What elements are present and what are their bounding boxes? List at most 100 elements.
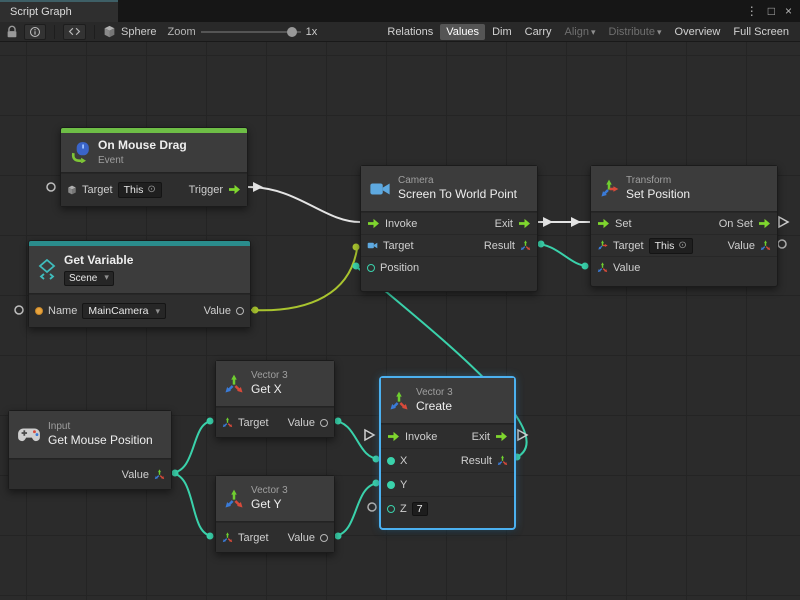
info-button[interactable] — [24, 24, 46, 40]
vector3-port-icon[interactable] — [520, 240, 531, 251]
node-set-position[interactable]: Transform Set Position Set On Set Target — [590, 165, 778, 287]
position-input-port[interactable] — [367, 264, 375, 272]
set-flow-port[interactable] — [597, 218, 610, 229]
node-get-mouse-position[interactable]: Input Get Mouse Position Value — [8, 410, 172, 490]
zoom-slider[interactable] — [201, 25, 301, 39]
zoom-slider-handle[interactable] — [287, 27, 297, 37]
node-screen-to-world-point[interactable]: Camera Screen To World Point Invoke Exit… — [360, 165, 538, 292]
port-label-position: Position — [380, 262, 419, 274]
node-title: Set Position — [626, 187, 690, 203]
distribute-button[interactable]: Distribute▾ — [603, 24, 668, 40]
dim-button[interactable]: Dim — [486, 24, 518, 40]
target-object-label[interactable]: Sphere — [121, 26, 156, 38]
port-label-value: Value — [288, 417, 315, 429]
node-title: On Mouse Drag — [98, 138, 187, 154]
wire-exit-to-set[interactable] — [538, 217, 590, 227]
vector3-port-icon[interactable] — [497, 455, 508, 466]
y-input-port[interactable] — [387, 481, 395, 489]
node-subtitle: Event — [98, 154, 187, 167]
full-screen-button[interactable]: Full Screen — [727, 24, 795, 40]
object-picker-icon[interactable]: ⊙ — [147, 184, 155, 195]
wire-gety-to-create-y[interactable] — [333, 480, 380, 540]
vector3-port-icon[interactable] — [222, 532, 233, 543]
node-footer — [591, 278, 777, 286]
node-category: Vector 3 — [416, 386, 453, 399]
vector3-port-icon[interactable] — [154, 469, 165, 480]
relations-button[interactable]: Relations — [381, 24, 439, 40]
value-output-port[interactable] — [236, 307, 244, 315]
invoke-flow-port[interactable] — [367, 218, 380, 229]
carry-button[interactable]: Carry — [519, 24, 558, 40]
node-get-y[interactable]: Vector 3 Get Y Target Value — [215, 475, 335, 553]
target-value-pill[interactable]: This⊙ — [118, 182, 162, 198]
vector3-port-icon[interactable] — [597, 262, 608, 273]
mouse-drag-icon — [69, 141, 91, 163]
code-view-button[interactable] — [63, 24, 86, 40]
trigger-flow-port[interactable] — [228, 184, 241, 195]
value-output-port[interactable] — [320, 419, 328, 427]
variable-scope-dropdown[interactable]: Scene▾ — [64, 271, 114, 286]
wire-camera-result-to-setposition-value[interactable] — [536, 241, 589, 270]
chevron-down-icon: ▾ — [591, 27, 596, 37]
node-vector3-create[interactable]: Vector 3 Create Invoke Exit X — [380, 377, 515, 529]
node-on-mouse-drag[interactable]: On Mouse Drag Event Target This⊙ Trigger — [60, 127, 248, 207]
node-header[interactable]: Input Get Mouse Position — [9, 411, 171, 459]
port-label-z: Z — [400, 503, 407, 515]
toolbar-separator — [94, 25, 95, 39]
node-header[interactable]: Get Variable Scene▾ — [29, 246, 250, 294]
vector3-port-icon[interactable] — [222, 417, 233, 428]
node-get-variable[interactable]: Get Variable Scene▾ Name MainCamera▾ Val… — [28, 240, 251, 328]
exit-flow-port[interactable] — [518, 218, 531, 229]
zoom-slider-track[interactable] — [201, 31, 301, 33]
port-label-target: Target — [82, 184, 113, 196]
toolbar-buttons: Relations Values Dim Carry Align▾ Distri… — [381, 24, 795, 40]
wire-variable-to-camera-target[interactable] — [251, 244, 360, 314]
window-menu-icon[interactable]: ⋮ — [746, 4, 758, 18]
camera-port-icon[interactable] — [367, 240, 378, 251]
window-controls: ⋮ □ × — [746, 0, 800, 22]
string-port[interactable] — [35, 307, 43, 315]
graph-canvas[interactable]: On Mouse Drag Event Target This⊙ Trigger — [0, 42, 800, 600]
exit-flow-port[interactable] — [495, 431, 508, 442]
port-label-target: Target — [613, 240, 644, 252]
tab-script-graph[interactable]: Script Graph — [0, 0, 118, 22]
node-header[interactable]: Vector 3 Get Y — [216, 476, 334, 522]
port-label-x: X — [400, 455, 407, 467]
node-header[interactable]: Vector 3 Get X — [216, 361, 334, 407]
node-header[interactable]: Transform Set Position — [591, 166, 777, 212]
node-footer — [361, 278, 537, 291]
gamepad-icon — [17, 427, 41, 443]
align-button[interactable]: Align▾ — [559, 24, 602, 40]
node-header[interactable]: Vector 3 Create — [381, 378, 514, 424]
wire-mouseposition-to-getx[interactable] — [170, 418, 214, 477]
object-picker-icon[interactable]: ⊙ — [678, 240, 686, 251]
node-header[interactable]: Camera Screen To World Point — [361, 166, 537, 212]
zoom-label: Zoom — [167, 26, 195, 38]
vector3-icon — [224, 489, 244, 509]
x-input-port[interactable] — [387, 457, 395, 465]
wire-trigger-to-invoke[interactable] — [248, 182, 360, 222]
values-button[interactable]: Values — [440, 24, 485, 40]
z-input-port[interactable] — [387, 505, 395, 513]
on-set-flow-port[interactable] — [758, 218, 771, 229]
invoke-flow-port[interactable] — [387, 431, 400, 442]
target-value-pill[interactable]: This⊙ — [649, 238, 693, 254]
node-get-x[interactable]: Vector 3 Get X Target Value — [215, 360, 335, 438]
port-label-target: Target — [383, 240, 414, 252]
transform-port-icon[interactable] — [597, 240, 608, 251]
graph-toolbar: Sphere Zoom 1x Relations Values Dim Carr… — [0, 22, 800, 42]
wire-mouseposition-to-gety[interactable] — [170, 473, 214, 540]
value-output-port[interactable] — [320, 534, 328, 542]
window-close-icon[interactable]: × — [785, 4, 792, 18]
vector3-port-icon[interactable] — [760, 240, 771, 251]
lock-icon[interactable] — [5, 25, 19, 39]
port-label-invoke: Invoke — [385, 218, 417, 230]
window-maximize-icon[interactable]: □ — [768, 4, 775, 18]
overview-button[interactable]: Overview — [669, 24, 727, 40]
z-value-field[interactable]: 7 — [412, 502, 428, 516]
wire-getx-to-create-x[interactable] — [333, 418, 380, 463]
camera-icon — [369, 178, 391, 200]
node-header[interactable]: On Mouse Drag Event — [61, 133, 247, 173]
variable-name-dropdown[interactable]: MainCamera▾ — [82, 303, 166, 319]
gameobject-port-icon[interactable] — [67, 185, 77, 195]
